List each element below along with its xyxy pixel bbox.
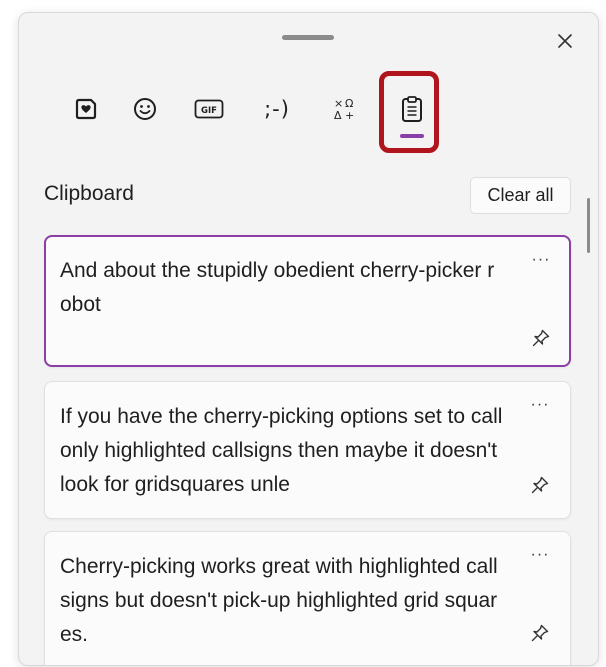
tab-symbols[interactable]: × Ω Δ + <box>325 89 365 129</box>
svg-text:GIF: GIF <box>201 106 217 116</box>
clipboard-item-text: And about the stupidly obedient cherry-p… <box>60 259 495 316</box>
category-tabs: GIF ;-) × Ω Δ + <box>19 13 598 173</box>
clipboard-item[interactable]: Cherry-picking works great with highligh… <box>44 531 571 665</box>
pin-button[interactable] <box>528 325 554 351</box>
pin-icon <box>532 329 550 347</box>
pin-button[interactable] <box>527 620 553 646</box>
gif-icon: GIF <box>194 99 224 119</box>
scrollbar-thumb[interactable] <box>587 198 590 253</box>
clear-all-button[interactable]: Clear all <box>470 177 571 214</box>
clipboard-item-text: If you have the cherry-picking options s… <box>60 405 503 496</box>
tab-gif[interactable]: GIF <box>189 89 229 129</box>
more-icon: ··· <box>530 546 550 563</box>
more-options-button[interactable]: ··· <box>525 542 555 568</box>
clipboard-item-text: Cherry-picking works great with highligh… <box>60 555 498 646</box>
clipboard-item[interactable]: And about the stupidly obedient cherry-p… <box>44 235 571 367</box>
pin-icon <box>531 624 549 642</box>
more-options-button[interactable]: ··· <box>526 247 556 273</box>
tab-stickers[interactable] <box>66 89 106 129</box>
clipboard-item[interactable]: If you have the cherry-picking options s… <box>44 381 571 519</box>
pin-button[interactable] <box>527 472 553 498</box>
smiley-icon <box>134 98 156 120</box>
clipboard-title: Clipboard <box>44 182 134 205</box>
symbols-icon: × Ω Δ + <box>334 97 354 122</box>
svg-text:Δ: Δ <box>334 109 342 122</box>
more-icon: ··· <box>531 251 551 268</box>
pin-icon <box>531 476 549 494</box>
svg-text:+: + <box>345 109 354 122</box>
more-icon: ··· <box>530 396 550 413</box>
kaomoji-label: ;-) <box>264 97 290 121</box>
heart-sticker-icon <box>75 98 97 120</box>
tab-emoji[interactable] <box>125 89 165 129</box>
more-options-button[interactable]: ··· <box>525 392 555 418</box>
annotation-highlight-box <box>379 71 439 153</box>
tab-kaomoji[interactable]: ;-) <box>257 89 297 129</box>
emoji-clipboard-panel: GIF ;-) × Ω Δ + Clipboard Clear all And … <box>18 12 599 666</box>
